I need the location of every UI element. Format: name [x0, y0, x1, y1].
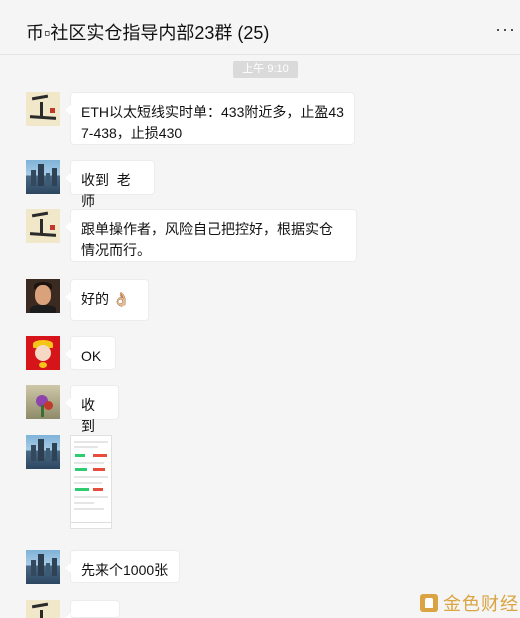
message-bubble[interactable]: 好的 👌🏼 [65, 279, 149, 321]
message-bubble[interactable]: 收到 老师 [65, 160, 155, 209]
city-avatar[interactable] [26, 160, 60, 194]
calligraphy-avatar[interactable] [26, 92, 60, 126]
jinse-logo-icon [420, 594, 438, 612]
message-timestamp: 上午 9:10 [233, 61, 298, 78]
calligraphy-avatar[interactable] [26, 600, 60, 618]
message-bubble[interactable]: 先来个1000张 [65, 550, 180, 583]
message-bubble[interactable]: 跟单操作者，风险自己把控好，根据实仓情况而行。 [65, 209, 357, 262]
calligraphy-avatar[interactable] [26, 209, 60, 243]
watermark-text: 金色财经 [443, 594, 519, 614]
message-bubble[interactable]: OK [65, 336, 116, 370]
fortune-avatar[interactable] [26, 336, 60, 370]
city-avatar[interactable] [26, 550, 60, 584]
city-avatar[interactable] [26, 435, 60, 469]
message-bubble[interactable]: ETH以太短线实时单：433附近多，止盈437-438，止损430 [65, 92, 355, 145]
portrait-avatar[interactable] [26, 279, 60, 313]
chat-title: 币▫社区实仓指导内部23群 (25) [26, 23, 270, 43]
message-bubble[interactable] [65, 600, 120, 618]
more-options-icon[interactable]: ··· [495, 20, 516, 38]
message-bubble[interactable]: 收到 [65, 385, 119, 434]
jinse-watermark: 金色财经 [420, 590, 519, 616]
flower-avatar[interactable] [26, 385, 60, 419]
chat-header: 币▫社区实仓指导内部23群 (25) ··· [0, 0, 520, 55]
trading-app-screenshot[interactable] [70, 435, 112, 529]
